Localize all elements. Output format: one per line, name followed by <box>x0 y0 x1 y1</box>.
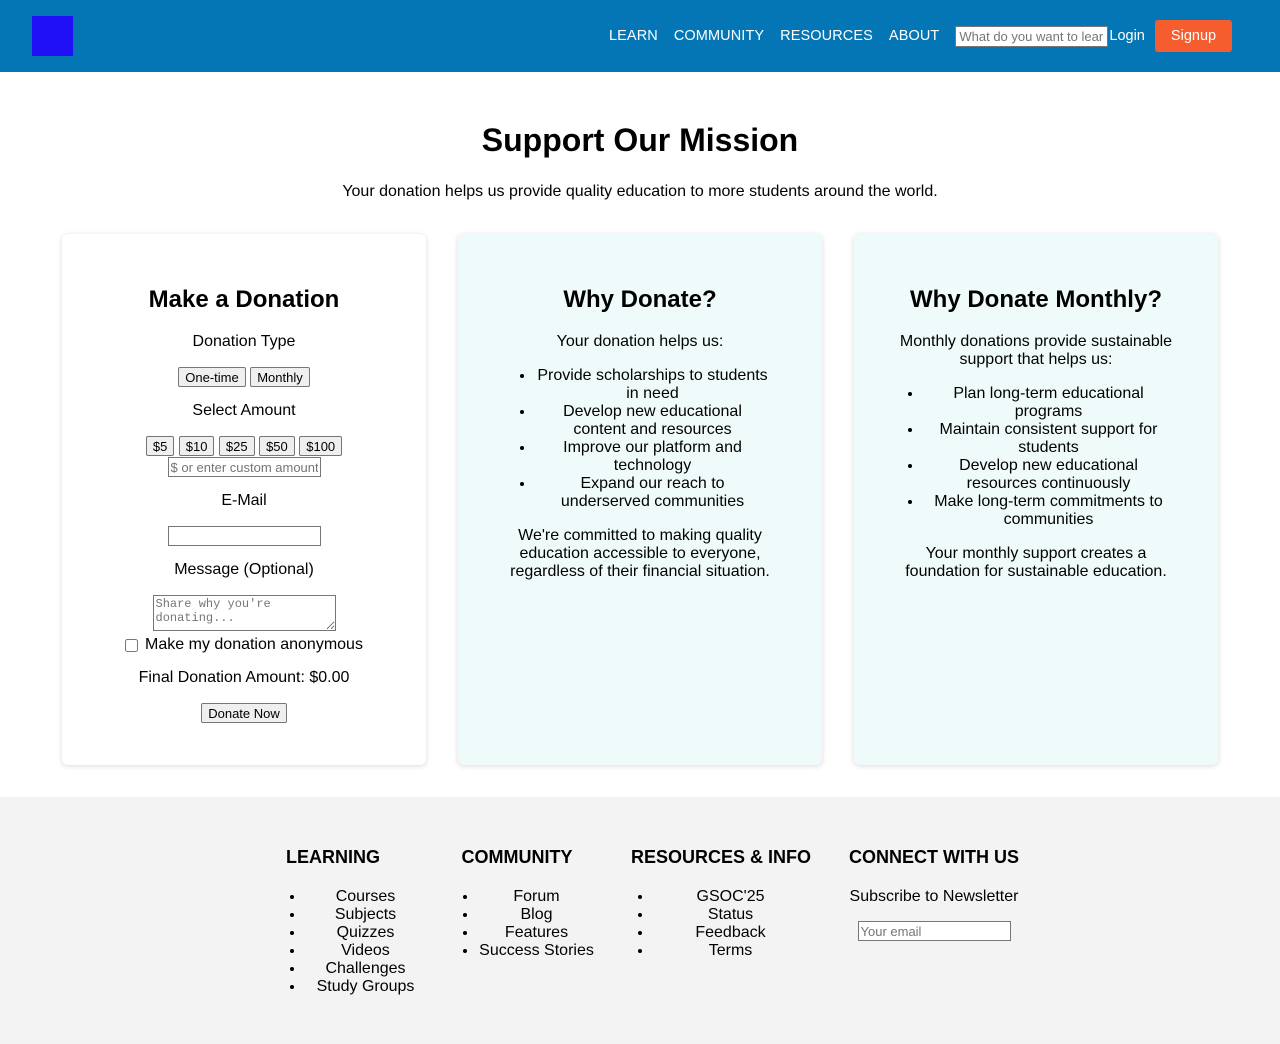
nav-community[interactable]: COMMUNITY <box>674 28 764 44</box>
why-donate-list: Provide scholarships to students in need… <box>510 367 770 511</box>
footer-community-title: COMMUNITY <box>461 847 573 867</box>
footer-link-courses[interactable]: Courses <box>305 888 426 906</box>
why-monthly-card: Why Donate Monthly? Monthly donations pr… <box>854 234 1218 765</box>
page-title: Support Our Mission <box>481 122 799 158</box>
footer-link-success-stories[interactable]: Success Stories <box>478 942 595 960</box>
footer-link-feedback[interactable]: Feedback <box>653 924 808 942</box>
footer-learning: LEARNING Courses Subjects Quizzes Videos… <box>280 847 414 995</box>
newsletter-label: Subscribe to Newsletter <box>849 888 1019 905</box>
message-textarea[interactable] <box>152 595 336 631</box>
footer-connect: CONNECT WITH US Subscribe to Newsletter <box>844 847 1024 941</box>
footer-link-videos[interactable]: Videos <box>305 942 426 960</box>
donate-now-button[interactable]: Donate Now <box>201 703 287 723</box>
list-item: Plan long-term educational programs <box>923 385 1174 421</box>
footer-learning-title: LEARNING <box>286 847 380 867</box>
why-donate-card: Why Donate? Your donation helps us: Prov… <box>458 234 822 765</box>
signup-button[interactable]: Signup <box>1155 20 1232 52</box>
message-label: Message (Optional) <box>174 561 314 578</box>
amount-10-button[interactable]: $10 <box>178 436 215 456</box>
donation-type-group: One-time Monthly <box>62 367 426 387</box>
footer-resources-title: RESOURCES & INFO <box>630 847 812 867</box>
select-amount-label: Select Amount <box>192 402 296 419</box>
site-logo[interactable] <box>32 16 73 56</box>
final-amount: Final Donation Amount: $0.00 <box>138 669 350 686</box>
newsletter-email-input[interactable] <box>857 921 1011 941</box>
email-field[interactable] <box>167 526 321 546</box>
why-monthly-title: Why Donate Monthly? <box>910 286 1162 313</box>
footer-link-blog[interactable]: Blog <box>478 906 595 924</box>
footer-link-status[interactable]: Status <box>653 906 808 924</box>
footer-resources-list: GSOC'25 Status Feedback Terms <box>628 888 808 960</box>
amount-50-button[interactable]: $50 <box>259 436 295 456</box>
footer-link-subjects[interactable]: Subjects <box>305 906 426 924</box>
list-item: Expand our reach to underserved communit… <box>535 475 770 511</box>
footer-community-list: Forum Blog Features Success Stories <box>453 888 595 960</box>
site-header: LEARN COMMUNITY RESOURCES ABOUT Login Si… <box>0 0 1280 72</box>
why-monthly-intro: Monthly donations provide sustainable su… <box>899 333 1173 368</box>
main-nav: LEARN COMMUNITY RESOURCES ABOUT Login <box>609 0 1145 72</box>
footer-link-study-groups[interactable]: Study Groups <box>305 978 426 996</box>
anonymous-checkbox[interactable] <box>125 638 139 652</box>
custom-amount-input[interactable] <box>167 457 321 477</box>
amount-100-button[interactable]: $100 <box>299 436 343 456</box>
why-donate-intro: Your donation helps us: <box>556 333 724 350</box>
amount-25-button[interactable]: $25 <box>218 436 255 456</box>
search-input[interactable] <box>955 25 1109 47</box>
list-item: Develop new educational content and reso… <box>535 403 770 439</box>
footer-community: COMMUNITY Forum Blog Features Success St… <box>458 847 594 959</box>
anonymous-label: Make my donation anonymous <box>145 636 363 653</box>
amount-5-button[interactable]: $5 <box>145 436 175 456</box>
site-footer: LEARNING Courses Subjects Quizzes Videos… <box>0 797 1280 1044</box>
donation-form-card: Make a Donation Donation Type One-time M… <box>62 234 426 765</box>
donation-form-title: Make a Donation <box>148 286 340 313</box>
list-item: Improve our platform and technology <box>535 439 770 475</box>
footer-resources: RESOURCES & INFO GSOC'25 Status Feedback… <box>626 847 816 959</box>
why-donate-title: Why Donate? <box>563 286 717 313</box>
list-item: Make long-term commitments to communitie… <box>923 493 1174 529</box>
login-link[interactable]: Login <box>1109 28 1144 44</box>
footer-link-gsoc[interactable]: GSOC'25 <box>653 888 808 906</box>
amount-options: $5 $10 $25 $50 $100 <box>62 436 426 456</box>
footer-link-challenges[interactable]: Challenges <box>305 960 426 978</box>
list-item: Maintain consistent support for students <box>923 421 1174 457</box>
why-monthly-list: Plan long-term educational programs Main… <box>898 385 1174 529</box>
footer-link-features[interactable]: Features <box>478 924 595 942</box>
monthly-button[interactable]: Monthly <box>250 367 310 387</box>
list-item: Provide scholarships to students in need <box>535 367 770 403</box>
list-item: Develop new educational resources contin… <box>923 457 1174 493</box>
footer-link-forum[interactable]: Forum <box>478 888 595 906</box>
footer-connect-title: CONNECT WITH US <box>849 847 1019 867</box>
footer-learning-list: Courses Subjects Quizzes Videos Challeng… <box>280 888 426 996</box>
anonymous-row: Make my donation anonymous <box>62 635 426 655</box>
donation-type-label: Donation Type <box>192 333 296 350</box>
nav-resources[interactable]: RESOURCES <box>780 28 873 44</box>
page-subtitle: Your donation helps us provide quality e… <box>342 183 938 200</box>
why-donate-closing: We're committed to making quality educat… <box>510 527 770 580</box>
one-time-button[interactable]: One-time <box>178 367 246 387</box>
why-monthly-closing: Your monthly support creates a foundatio… <box>905 545 1167 580</box>
footer-link-terms[interactable]: Terms <box>653 942 808 960</box>
nav-learn[interactable]: LEARN <box>609 28 658 44</box>
email-label: E-Mail <box>221 492 267 509</box>
nav-about[interactable]: ABOUT <box>889 28 939 44</box>
footer-link-quizzes[interactable]: Quizzes <box>305 924 426 942</box>
